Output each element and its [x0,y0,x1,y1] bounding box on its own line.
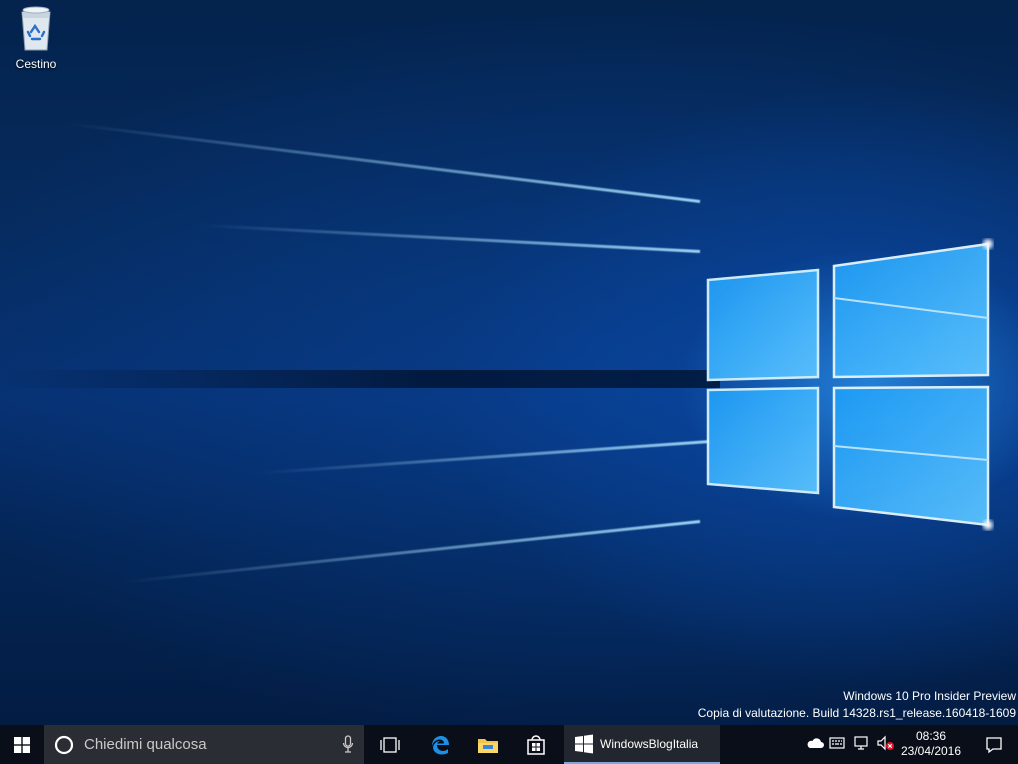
horizon-shadow [0,370,720,388]
store-icon [527,734,545,755]
action-center-button[interactable] [974,725,1014,764]
edge-button[interactable] [418,725,462,764]
light-beam [64,122,701,203]
taskbar-app-windowsblogitalia[interactable]: WindowsBlogItalia [564,725,720,764]
store-button[interactable] [514,725,558,764]
taskbar-app-label: WindowsBlogItalia [600,736,699,751]
desktop-wallpaper [0,0,1018,725]
light-beam [200,223,701,253]
desktop-icon-label: Cestino [15,57,57,71]
windowsblogitalia-icon [575,734,593,753]
notification-icon [986,736,1002,753]
start-button[interactable] [0,725,44,764]
microphone-icon[interactable] [342,735,354,754]
clock-time: 08:36 [915,729,947,743]
build-watermark: Windows 10 Pro Insider Preview Copia di … [698,688,1016,722]
light-beam [260,440,711,475]
onedrive-icon[interactable] [806,735,824,751]
task-view-icon [380,736,400,753]
search-placeholder: Chiedimi qualcosa [84,736,207,753]
watermark-edition: Windows 10 Pro Insider Preview [843,689,1016,703]
desktop-icon-recycle-bin[interactable]: Cestino [8,4,64,71]
windows-logo-wallpaper [706,239,993,530]
light-beam [123,520,701,584]
cortana-icon [54,735,74,754]
network-icon[interactable] [853,735,871,751]
recycle-bin-icon [21,6,51,51]
clock-date: 23/04/2016 [900,744,962,758]
task-view-button[interactable] [370,725,410,764]
windows-start-icon [14,736,30,753]
taskbar: Chiedimi qualcosa WindowsBlogItalia 08:3… [0,725,1018,764]
edge-icon [432,735,449,754]
volume-muted-icon[interactable] [876,735,896,751]
file-explorer-button[interactable] [466,725,510,764]
input-icon[interactable] [829,735,845,751]
watermark-build: Copia di valutazione. Build 14328.rs1_re… [697,706,1016,720]
cortana-search-box[interactable]: Chiedimi qualcosa [44,725,364,764]
file-explorer-icon [478,738,498,753]
taskbar-clock[interactable]: 08:36 23/04/2016 [896,729,966,759]
